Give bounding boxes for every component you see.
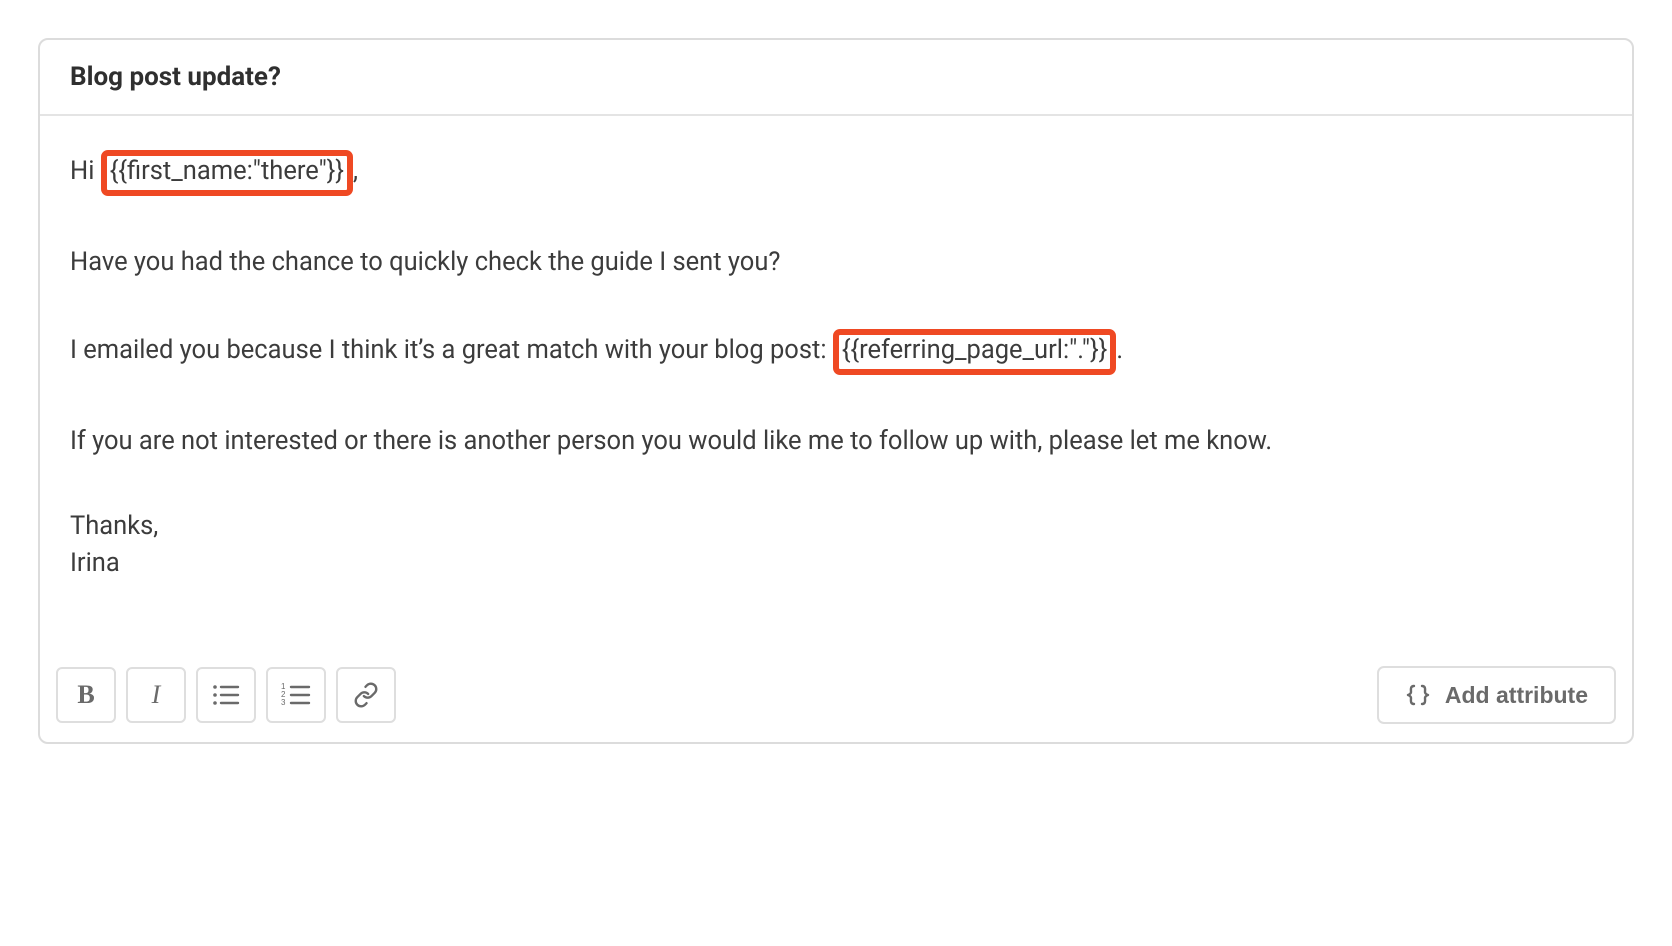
p3-prefix: I emailed you because I think it’s a gre… bbox=[70, 335, 833, 365]
italic-icon: I bbox=[152, 680, 161, 710]
link-icon bbox=[353, 682, 379, 708]
body-paragraph-3: I emailed you because I think it’s a gre… bbox=[70, 329, 1602, 375]
bold-button[interactable]: B bbox=[56, 667, 116, 723]
p3-suffix: . bbox=[1116, 335, 1123, 365]
bold-icon: B bbox=[77, 680, 94, 710]
greeting-prefix: Hi bbox=[70, 156, 101, 186]
bullet-list-button[interactable] bbox=[196, 667, 256, 723]
email-editor: Blog post update? Hi {{first_name:"there… bbox=[38, 38, 1634, 744]
greeting-suffix: , bbox=[353, 156, 358, 186]
body-paragraph-4: If you are not interested or there is an… bbox=[70, 423, 1602, 460]
numbered-list-button[interactable]: 1 2 3 bbox=[266, 667, 326, 723]
signature-name: Irina bbox=[70, 548, 120, 578]
italic-button[interactable]: I bbox=[126, 667, 186, 723]
add-attribute-label: Add attribute bbox=[1445, 682, 1588, 709]
subject-row[interactable]: Blog post update? bbox=[40, 40, 1632, 116]
body-paragraph-greeting: Hi {{first_name:"there"}}, bbox=[70, 150, 1602, 196]
bullet-list-icon bbox=[212, 683, 240, 707]
link-button[interactable] bbox=[336, 667, 396, 723]
attribute-token-first-name[interactable]: {{first_name:"there"}} bbox=[101, 150, 353, 196]
editor-toolbar: B I 1 2 3 bbox=[40, 656, 1632, 742]
attribute-token-referring-url[interactable]: {{referring_page_url:"."}} bbox=[833, 329, 1116, 375]
signoff-text: Thanks, bbox=[70, 511, 158, 541]
add-attribute-button[interactable]: Add attribute bbox=[1377, 666, 1616, 724]
body-signoff: Thanks, Irina bbox=[70, 508, 1602, 582]
email-body[interactable]: Hi {{first_name:"there"}}, Have you had … bbox=[40, 116, 1632, 656]
svg-text:3: 3 bbox=[281, 698, 286, 707]
body-paragraph-2: Have you had the chance to quickly check… bbox=[70, 244, 1602, 281]
braces-icon bbox=[1405, 684, 1431, 706]
subject-text: Blog post update? bbox=[70, 62, 281, 92]
numbered-list-icon: 1 2 3 bbox=[281, 683, 311, 707]
